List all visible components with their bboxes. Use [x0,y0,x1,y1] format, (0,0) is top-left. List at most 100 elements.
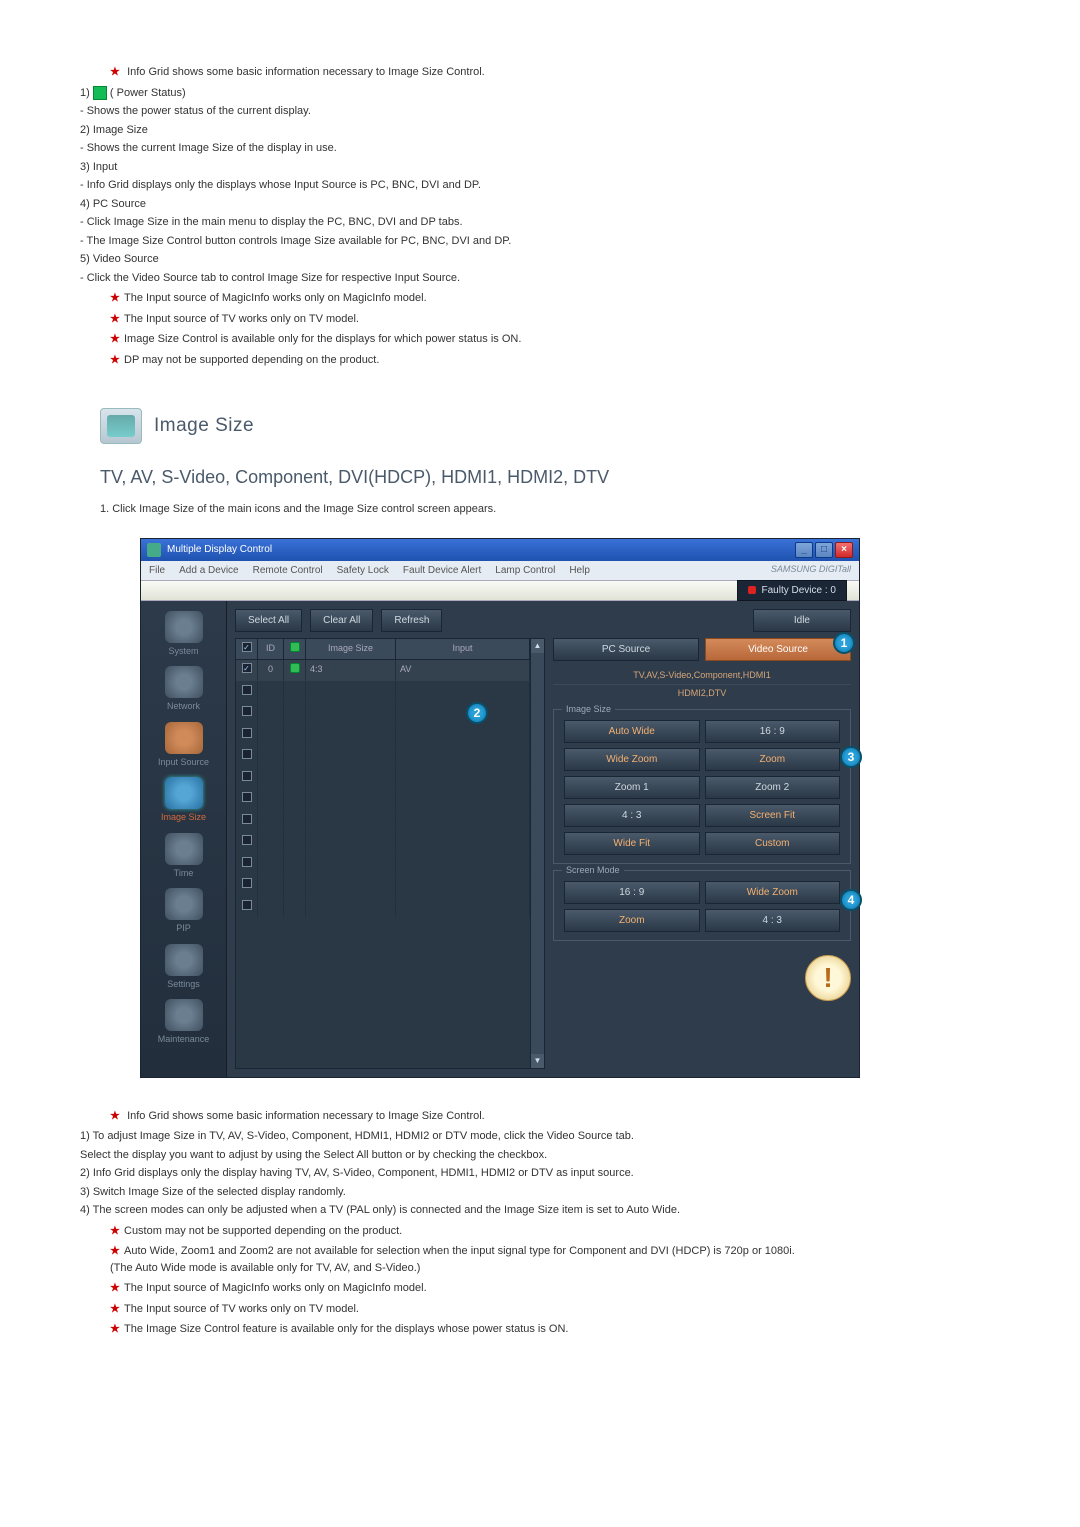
star-icon: ★ [110,1108,124,1125]
menu-fault-alert[interactable]: Fault Device Alert [403,563,481,578]
image-size-group-title: Image Size [562,703,615,717]
btn-4-3[interactable]: 4 : 3 [564,804,700,827]
row-checkbox[interactable] [242,663,252,673]
header-checkbox[interactable] [242,642,252,652]
row-power-icon [284,660,306,681]
faulty-device-indicator[interactable]: Faulty Device : 0 [737,580,847,601]
scroll-down-icon[interactable]: ▼ [531,1054,544,1068]
star-icon: ★ [110,290,124,307]
menu-help[interactable]: Help [569,563,590,578]
menu-lamp-control[interactable]: Lamp Control [495,563,555,578]
btn-zoom-1[interactable]: Zoom 1 [564,776,700,799]
btn-sm-zoom[interactable]: Zoom [564,909,700,932]
top-item-4: 4) PC Source [80,196,1000,213]
sidebar-item-input-source[interactable]: Input Source [149,722,219,770]
top-item-3: 3) Input [80,159,1000,176]
top-item-1: 1) ( Power Status) [80,85,1000,102]
btn-screen-fit[interactable]: Screen Fit [705,804,841,827]
section-icon [100,408,142,444]
menu-file[interactable]: File [149,563,165,578]
top-item-5-sub: - Click the Video Source tab to control … [80,270,1000,287]
btn-sm-4-3[interactable]: 4 : 3 [705,909,841,932]
faulty-strip: Faulty Device : 0 [141,581,859,601]
bottom-star-3: ★The Input source of MagicInfo works onl… [110,1280,1000,1297]
grid-row-empty[interactable] [236,768,530,790]
top-star-4: ★DP may not be supported depending on th… [110,352,1000,369]
grid-row-empty[interactable] [236,897,530,919]
grid-row-empty[interactable] [236,725,530,747]
grid-row-empty[interactable] [236,682,530,704]
select-all-button[interactable]: Select All [235,609,302,632]
btn-16-9[interactable]: 16 : 9 [705,720,841,743]
header-id[interactable]: ID [258,639,284,660]
header-input[interactable]: Input [396,639,530,660]
btn-auto-wide[interactable]: Auto Wide [564,720,700,743]
sidebar-item-settings[interactable]: Settings [149,944,219,992]
bottom-info-note: ★ Info Grid shows some basic information… [110,1108,1000,1125]
callout-4: 4 [840,889,862,911]
menu-remote-control[interactable]: Remote Control [253,563,323,578]
btn-sm-16-9[interactable]: 16 : 9 [564,881,700,904]
scroll-up-icon[interactable]: ▲ [531,639,544,653]
star-icon: ★ [110,352,124,369]
star-icon: ★ [110,1243,124,1260]
sidebar-item-image-size[interactable]: Image Size [149,777,219,825]
bottom-star-2: ★Auto Wide, Zoom1 and Zoom2 are not avai… [110,1243,1000,1276]
header-power-icon [284,639,306,660]
close-button[interactable]: × [835,542,853,558]
grid-row-0[interactable]: 0 4:3 AV [236,660,530,682]
header-image-size[interactable]: Image Size [306,639,396,660]
btn-sm-wide-zoom[interactable]: Wide Zoom [705,881,841,904]
grid-row-empty[interactable] [236,854,530,876]
grid-row-empty[interactable] [236,789,530,811]
brand-logo: SAMSUNG DIGITall [771,563,851,577]
idle-button[interactable]: Idle [753,609,851,632]
sidebar-item-time[interactable]: Time [149,833,219,881]
grid-row-empty[interactable] [236,832,530,854]
top-item-2: 2) Image Size [80,122,1000,139]
grid-scrollbar[interactable]: ▲ ▼ [530,639,544,1068]
btn-wide-zoom[interactable]: Wide Zoom [564,748,700,771]
refresh-button[interactable]: Refresh [381,609,442,632]
sidebar: System Network Input Source Image Size T… [141,601,227,1077]
grid-row-empty[interactable] [236,746,530,768]
section-image-size: Image Size [100,408,1000,444]
sidebar-item-maintenance[interactable]: Maintenance [149,999,219,1047]
subsection-title: TV, AV, S-Video, Component, DVI(HDCP), H… [100,464,1000,491]
sidebar-item-system[interactable]: System [149,611,219,659]
minimize-button[interactable]: _ [795,542,813,558]
row-id: 0 [258,660,284,681]
callout-1: 1 [833,632,855,654]
bottom-star-1: ★Custom may not be supported depending o… [110,1223,1000,1240]
clear-all-button[interactable]: Clear All [310,609,373,632]
window-title: Multiple Display Control [167,542,272,557]
btn-zoom-2[interactable]: Zoom 2 [705,776,841,799]
btn-wide-fit[interactable]: Wide Fit [564,832,700,855]
top-star-2: ★The Input source of TV works only on TV… [110,311,1000,328]
top-item-4-sub-2: - The Image Size Control button controls… [80,233,1000,250]
menu-safety-lock[interactable]: Safety Lock [337,563,389,578]
menubar: File Add a Device Remote Control Safety … [141,561,859,581]
tab-pc-source[interactable]: PC Source [553,638,699,661]
row-input: AV [396,660,530,681]
top-star-1: ★The Input source of MagicInfo works onl… [110,290,1000,307]
app-icon [147,543,161,557]
sidebar-item-pip[interactable]: PIP [149,888,219,936]
grid-row-empty[interactable] [236,875,530,897]
sidebar-item-network[interactable]: Network [149,666,219,714]
grid-header: ID Image Size Input [236,639,530,661]
alert-icon: ! [805,955,851,1001]
maximize-button[interactable]: □ [815,542,833,558]
menu-add-device[interactable]: Add a Device [179,563,238,578]
top-info-note: ★ Info Grid shows some basic information… [110,64,1000,81]
grid-row-empty[interactable] [236,811,530,833]
screen-mode-group-title: Screen Mode [562,864,624,878]
titlebar: Multiple Display Control _ □ × [141,539,859,561]
star-icon: ★ [110,1223,124,1240]
btn-custom[interactable]: Custom [705,832,841,855]
star-icon: ★ [110,1321,124,1338]
tab-video-source[interactable]: Video Source [705,638,851,661]
info-grid: ID Image Size Input 0 4:3 [235,638,545,1069]
callout-2: 2 [466,702,488,724]
btn-zoom[interactable]: Zoom [705,748,841,771]
